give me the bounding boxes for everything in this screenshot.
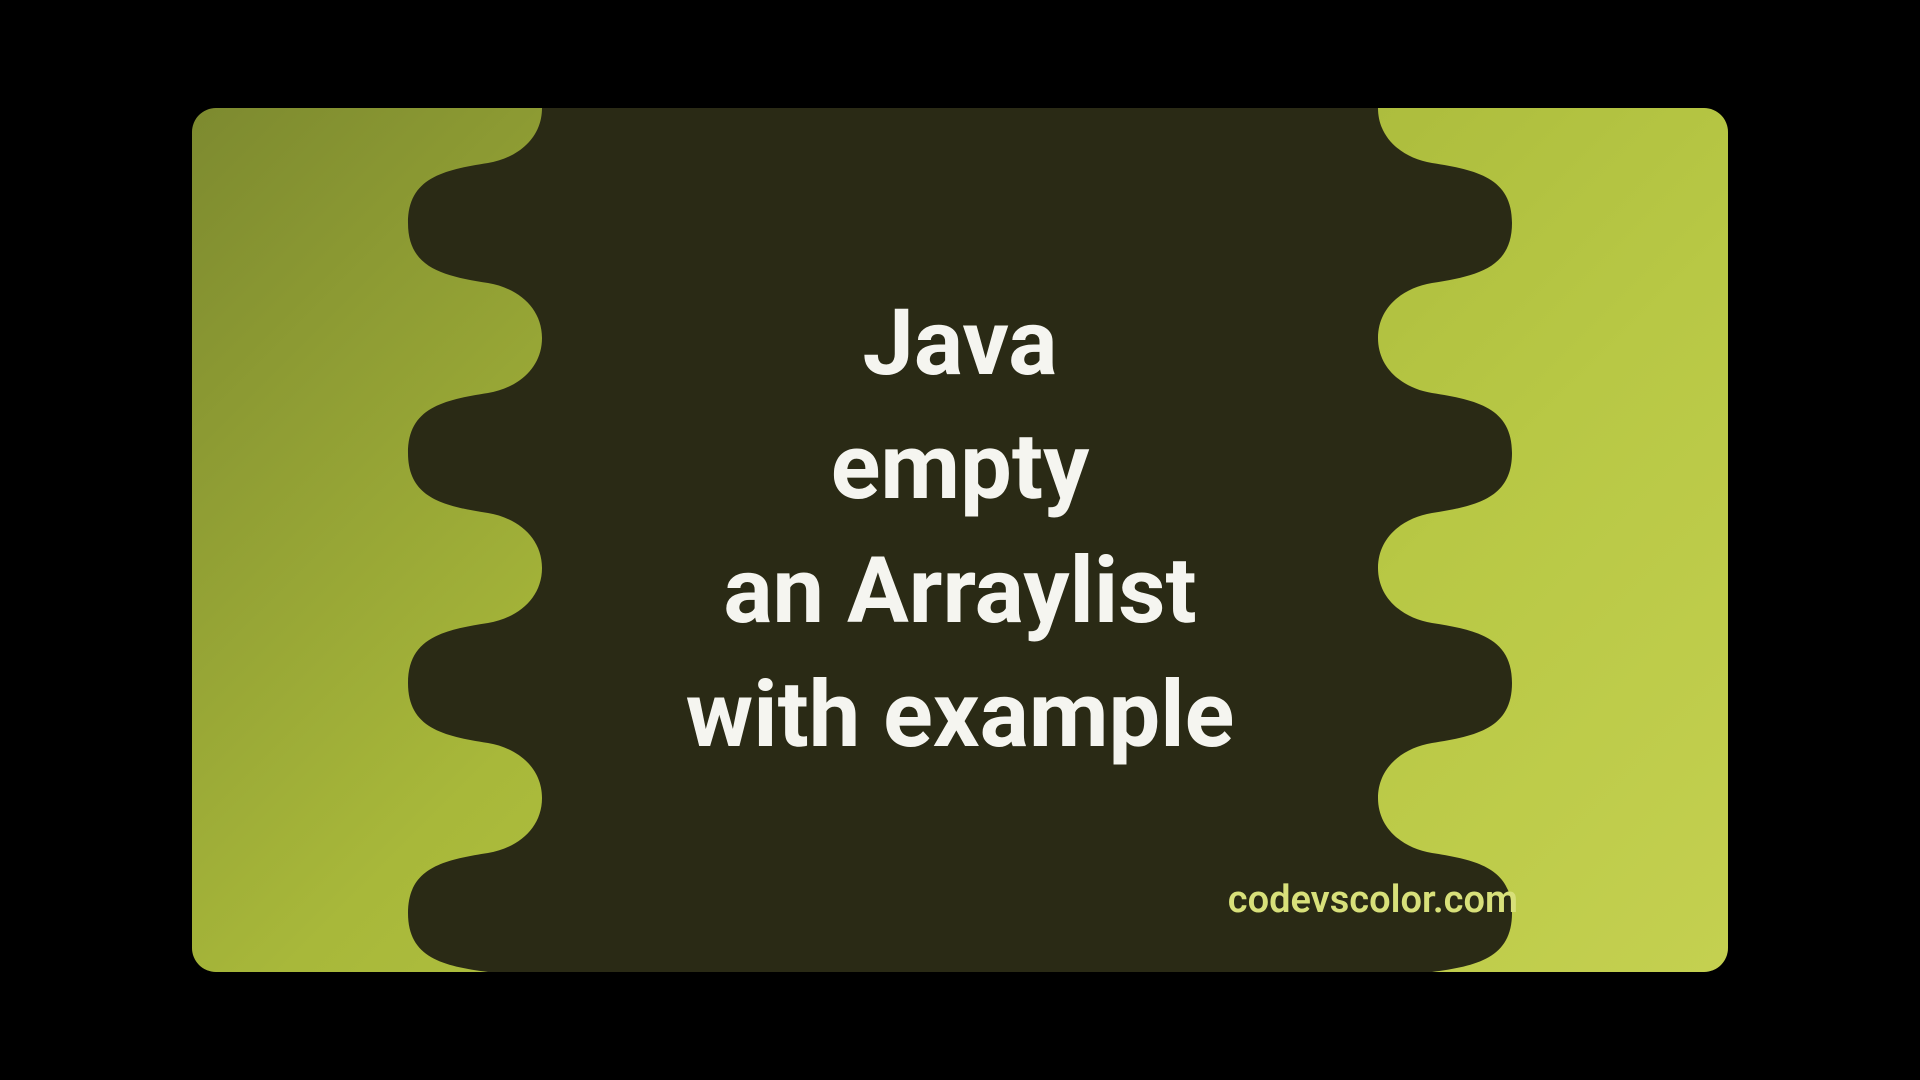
watermark-text: codevscolor.com [1228,878,1518,922]
title-line-2: empty [686,406,1235,530]
title-line-3: an Arraylist [686,530,1235,654]
title-line-1: Java [686,282,1235,406]
card-container: Java empty an Arraylist with example cod… [192,108,1728,972]
title-line-4: with example [686,654,1235,778]
main-title: Java empty an Arraylist with example [686,282,1235,779]
